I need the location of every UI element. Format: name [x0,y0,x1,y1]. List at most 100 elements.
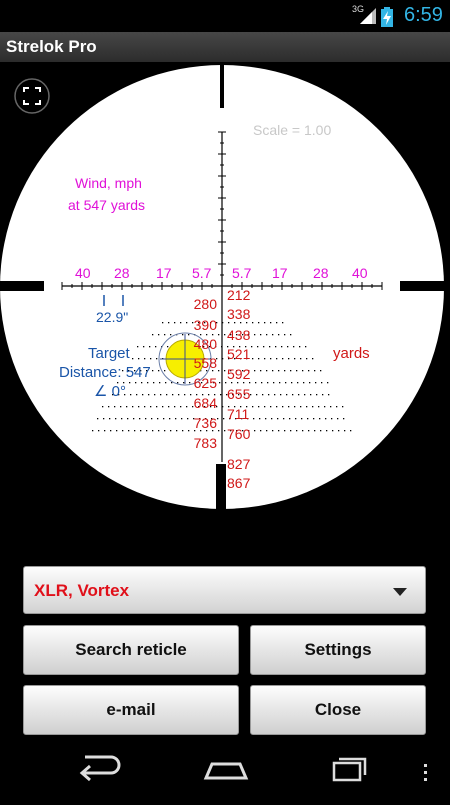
holdover-dot [92,430,94,432]
holdover-dot [138,406,140,408]
holdover-dot [295,418,297,420]
email-button[interactable]: e-mail [23,685,239,735]
range-value-left: 280 [194,296,218,312]
holdover-dot [141,382,143,384]
reticle-view: Scale = 1.00 Wind, mph at 547 yards 40 28… [0,62,450,512]
range-value-right: 592 [227,366,251,382]
holdover-dot [217,418,219,420]
holdover-dot [261,382,263,384]
holdover-dot [304,394,306,396]
holdover-dot [270,322,272,324]
holdover-dot [276,322,278,324]
close-button[interactable]: Close [250,685,426,735]
back-icon[interactable] [79,755,121,782]
dropdown-arrow-icon [393,588,407,596]
holdover-dot [144,358,146,360]
holdover-dot [264,358,266,360]
fullscreen-icon[interactable] [14,78,50,114]
holdover-dot [134,430,136,432]
holdover-dot [306,406,308,408]
wind-value: 40 [75,265,91,281]
holdover-dot [228,322,230,324]
holdover-dot [222,322,224,324]
holdover-dot [331,418,333,420]
holdover-dot [221,346,223,348]
holdover-dot [240,322,242,324]
holdover-dot [139,418,141,420]
holdover-dot [164,430,166,432]
clock: 6:59 [404,4,443,26]
status-bar: 3G 6:59 [0,0,450,32]
holdover-dot [332,430,334,432]
holdover-dot [158,370,160,372]
battery-charging-icon [381,7,393,27]
holdover-dot [272,334,274,336]
search-reticle-button[interactable]: Search reticle [23,625,239,675]
holdover-dot [284,430,286,432]
range-value-left: 558 [194,355,218,371]
home-icon[interactable] [203,762,249,780]
holdover-dot [175,418,177,420]
holdover-dot [176,430,178,432]
holdover-dot [284,334,286,336]
holdover-dot [152,334,154,336]
overflow-menu-icon[interactable] [424,764,427,781]
holdover-dot [316,394,318,396]
holdover-dot [246,322,248,324]
holdover-dot [262,394,264,396]
holdover-dot [288,358,290,360]
holdover-dot [300,358,302,360]
holdover-dot [303,382,305,384]
profile-dropdown[interactable]: XLR, Vortex [23,566,426,614]
holdover-dot [302,370,304,372]
wind-value: 28 [313,265,329,281]
holdover-dot [188,334,190,336]
holdover-dot [320,370,322,372]
holdover-dot [350,430,352,432]
app-title: Strelok Pro [6,37,97,56]
range-value-right: 655 [227,386,251,402]
holdover-dot [126,406,128,408]
holdover-dot [254,334,256,336]
holdover-dot [97,418,99,420]
holdover-dot [187,418,189,420]
holdover-dot [130,394,132,396]
holdover-dot [312,358,314,360]
holdover-dot [276,358,278,360]
holdover-dot [328,394,330,396]
holdover-dot [302,430,304,432]
holdover-dot [150,406,152,408]
holdover-dot [140,430,142,432]
holdover-dot [155,346,157,348]
holdover-dot [143,346,145,348]
holdover-dot [159,382,161,384]
navigation-bar [0,740,450,800]
holdover-dot [265,418,267,420]
holdover-dot [315,382,317,384]
units-label: yards [333,345,370,362]
holdover-dot [178,394,180,396]
action-bar: Strelok Pro [0,32,450,62]
range-value-left: 390 [194,317,218,333]
wind-value: 17 [272,265,288,281]
holdover-dot [282,358,284,360]
holdover-dot [160,394,162,396]
range-value-right: 711 [227,406,250,422]
holdover-dot [145,418,147,420]
holdover-dot [174,406,176,408]
holdover-dot [256,394,258,396]
holdover-dot [182,334,184,336]
holdover-dot [114,406,116,408]
holdover-dot [258,406,260,408]
holdover-dot [312,406,314,408]
scale-label: Scale = 1.00 [253,122,331,138]
settings-button[interactable]: Settings [250,625,426,675]
holdover-dot [135,382,137,384]
holdover-dot [164,370,166,372]
holdover-dot [266,334,268,336]
recent-apps-icon[interactable] [332,757,367,782]
holdover-dot [167,346,169,348]
holdover-dot [128,430,130,432]
holdover-dot [224,430,226,432]
wind-width-value: 22.9" [96,309,128,325]
